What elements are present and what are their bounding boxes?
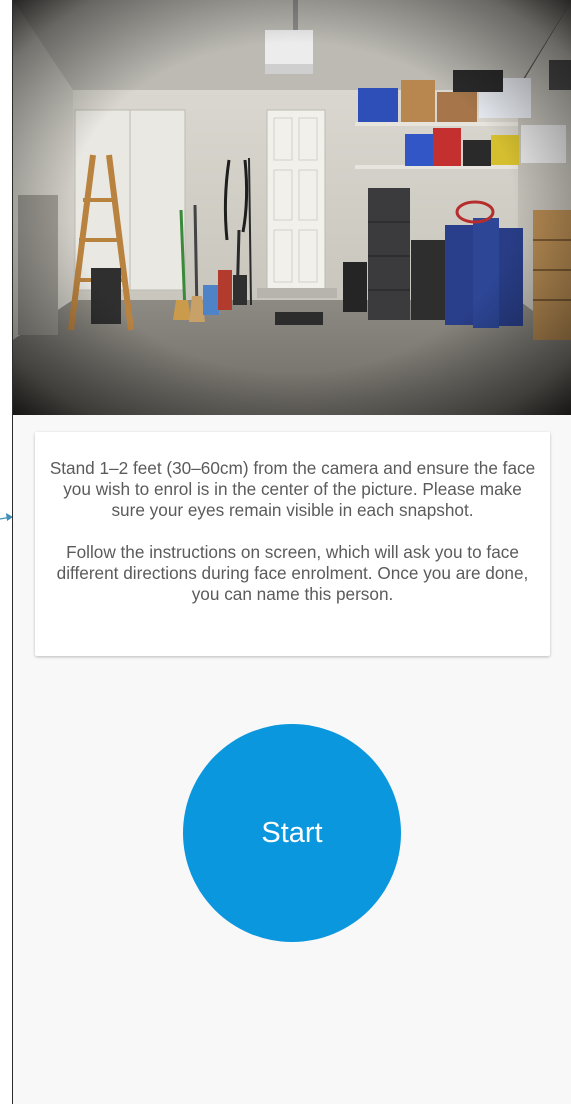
face-enrolment-screen: Stand 1–2 feet (30–60cm) from the camera…	[12, 0, 571, 1104]
camera-preview	[13, 0, 571, 415]
instructions-positioning-text: Stand 1–2 feet (30–60cm) from the camera…	[49, 458, 536, 520]
start-button[interactable]: Start	[183, 724, 401, 942]
instructions-card: Stand 1–2 feet (30–60cm) from the camera…	[35, 432, 550, 656]
instructions-directions-text: Follow the instructions on screen, which…	[56, 542, 529, 604]
